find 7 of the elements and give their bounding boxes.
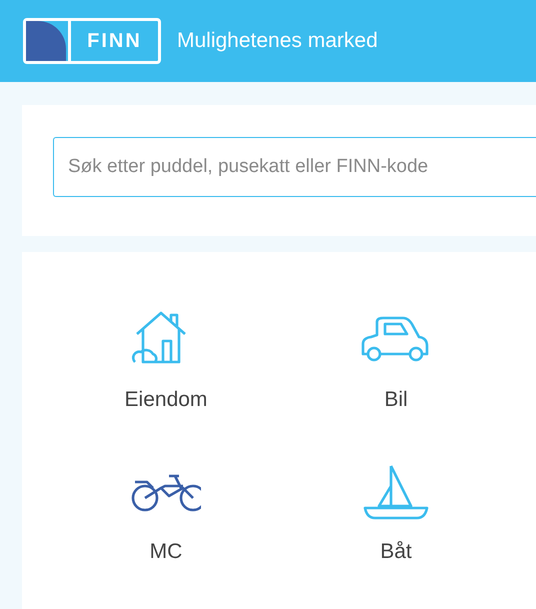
- search-field[interactable]: Søk etter puddel, pusekatt eller FINN-kode: [53, 137, 536, 197]
- category-link[interactable]: MC: [150, 540, 182, 564]
- category-link[interactable]: Eiendom: [124, 388, 208, 412]
- logo-quarter-icon: [26, 21, 68, 61]
- tagline: Mulighetenes marked: [177, 29, 378, 53]
- category-link[interactable]: Båt: [380, 540, 412, 564]
- category-link[interactable]: Bil: [384, 388, 408, 412]
